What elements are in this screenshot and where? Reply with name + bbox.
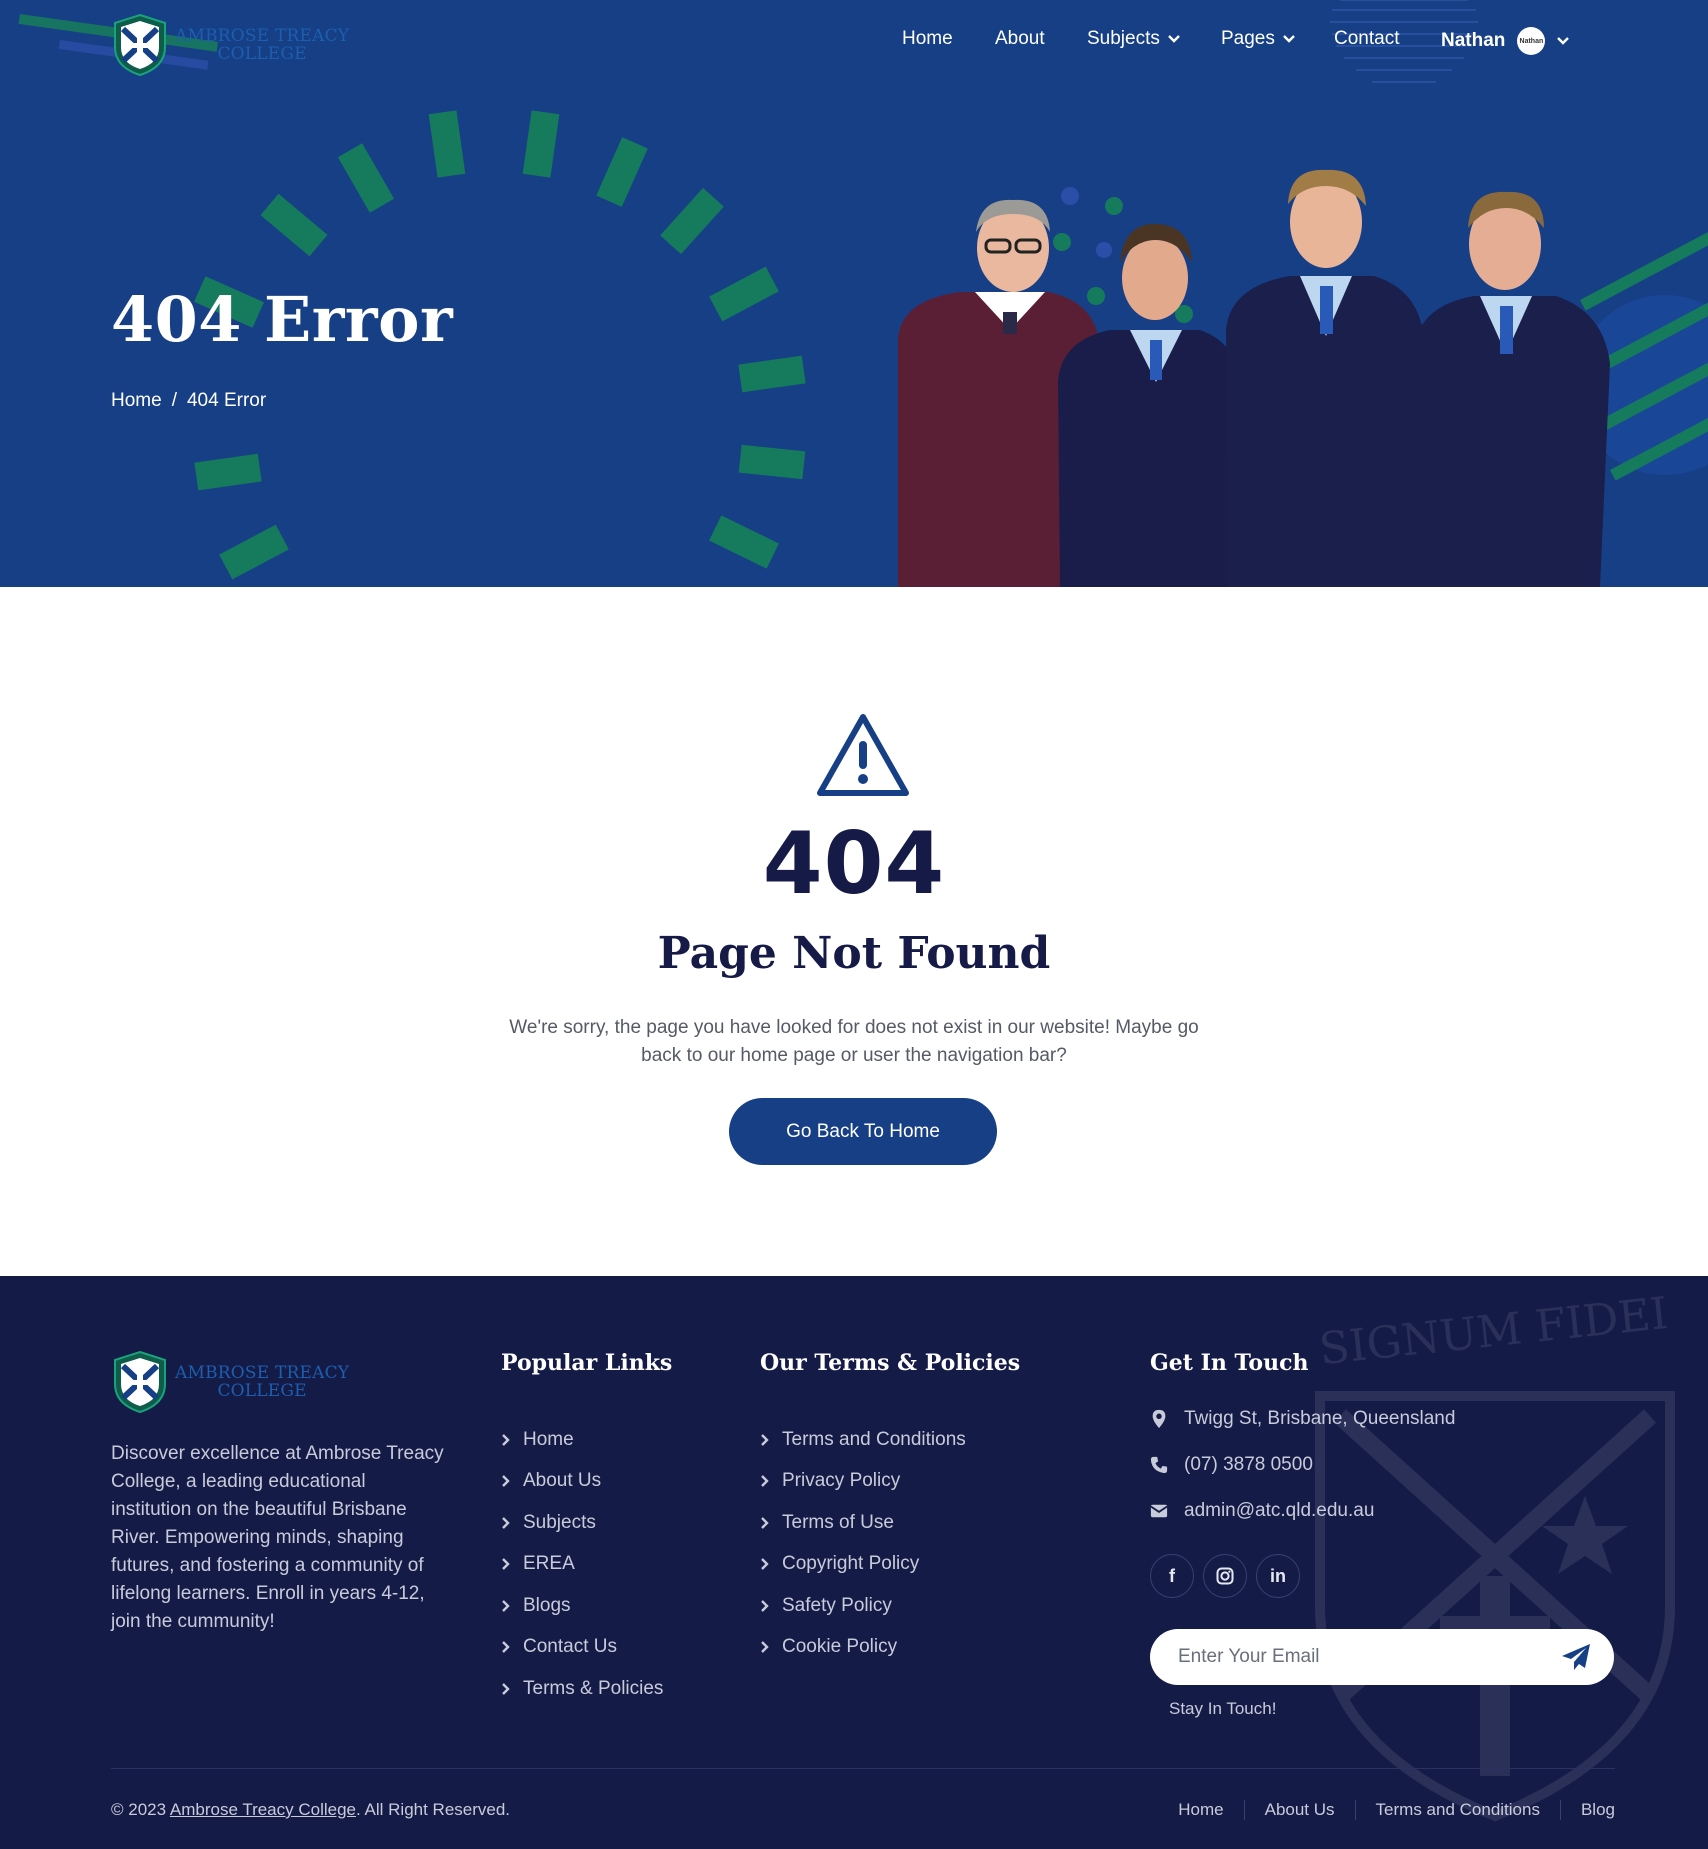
footer-link-copyright-policy[interactable]: Copyright Policy [760,1544,966,1586]
copyright: © 2023 Ambrose Treacy College. All Right… [111,1800,511,1819]
footer-logo[interactable]: AMBROSE TREACY COLLEGE [111,1350,349,1414]
instagram-icon [1216,1567,1234,1585]
footer-link-cookie-policy[interactable]: Cookie Policy [760,1627,966,1669]
contact-phone[interactable]: (07) 3878 0500 [1150,1454,1313,1476]
instagram-button[interactable] [1203,1554,1247,1598]
footer-link-privacy-policy[interactable]: Privacy Policy [760,1461,966,1503]
subscribe-note: Stay In Touch! [1169,1699,1277,1718]
chevron-right-icon [502,1516,510,1529]
avatar: Nathan [1517,27,1546,55]
footer-link-terms-policies[interactable]: Terms & Policies [501,1668,663,1710]
breadcrumb: Home / 404 Error [111,390,266,412]
chevron-right-icon [761,1433,769,1446]
footer-link-erea[interactable]: EREA [501,1544,663,1586]
footer-link-subjects[interactable]: Subjects [501,1502,663,1544]
copyright-link[interactable]: Ambrose Treacy College [170,1800,356,1819]
footer-divider [111,1768,1615,1769]
bottom-link-about-us[interactable]: About Us [1243,1800,1355,1820]
chevron-right-icon [502,1599,510,1612]
chevron-right-icon [761,1641,769,1654]
facebook-icon: f [1169,1565,1175,1586]
user-name: Nathan [1441,30,1506,51]
chevron-right-icon [502,1433,510,1446]
footer-link-safety-policy[interactable]: Safety Policy [760,1585,966,1627]
policies-heading: Our Terms & Policies [760,1350,1021,1376]
page-title: 404 Error [111,283,454,356]
email-input[interactable] [1178,1629,1558,1685]
breadcrumb-separator: / [171,390,177,411]
hero-banner: AMBROSE TREACY COLLEGE Home About Subjec… [0,0,1708,587]
nav-about[interactable]: About [995,28,1045,50]
chevron-right-icon [761,1475,769,1488]
bottom-link-terms-conditions[interactable]: Terms and Conditions [1354,1800,1560,1820]
nav-contact[interactable]: Contact [1334,28,1399,50]
subscribe-form [1150,1629,1614,1685]
footer-link-blogs[interactable]: Blogs [501,1585,663,1627]
footer-about-text: Discover excellence at Ambrose Treacy Co… [111,1443,444,1632]
chevron-right-icon [761,1516,769,1529]
footer-link-contact-us[interactable]: Contact Us [501,1627,663,1669]
breadcrumb-home[interactable]: Home [111,390,162,412]
bottom-link-home[interactable]: Home [1158,1800,1243,1820]
send-icon[interactable] [1560,1642,1592,1672]
chevron-right-icon [761,1599,769,1612]
bottom-links: Home About Us Terms and Conditions Blog [1158,1800,1615,1820]
linkedin-button[interactable]: in [1256,1554,1300,1598]
bottom-link-blog[interactable]: Blog [1559,1800,1615,1820]
contact-address: Twigg St, Brisbane, Queensland [1150,1408,1455,1430]
breadcrumb-current: 404 Error [186,390,267,411]
chevron-right-icon [502,1641,510,1654]
chevron-right-icon [761,1558,769,1571]
staff-photo [898,169,1610,587]
footer-link-terms-conditions[interactable]: Terms and Conditions [760,1419,966,1461]
error-code: 404 [762,814,946,914]
nav-home[interactable]: Home [902,28,953,50]
chevron-down-icon [1283,35,1295,43]
svg-text:SIGNUM FIDEI: SIGNUM FIDEI [1317,1288,1670,1375]
chevron-down-icon [1168,35,1180,43]
footer-link-terms-of-use[interactable]: Terms of Use [760,1502,966,1544]
footer-link-home[interactable]: Home [501,1419,663,1461]
popular-links-list: Home About Us Subjects EREA Blogs Contac… [501,1419,663,1710]
crest-watermark-icon: SIGNUM FIDEI [1315,1288,1675,1822]
site-footer: SIGNUM FIDEI AMBROSE TREACY COLLEGE Disc… [0,1276,1708,1849]
popular-links-heading: Popular Links [501,1350,673,1376]
warning-triangle-icon [817,714,909,796]
nav-subjects[interactable]: Subjects [1087,28,1180,50]
main-navigation: Home About Subjects Pages Contact Nathan… [0,27,1708,58]
crest-icon [114,1350,166,1414]
chevron-down-icon [1557,37,1570,45]
user-menu[interactable]: Nathan Nathan [1441,27,1570,55]
map-pin-icon [1152,1409,1166,1429]
error-message: We're sorry, the page you have looked fo… [509,1017,1199,1066]
go-back-home-button[interactable]: Go Back To Home [729,1098,997,1165]
nav-pages[interactable]: Pages [1221,28,1295,50]
footer-link-about-us[interactable]: About Us [501,1461,663,1503]
contact-email[interactable]: admin@atc.qld.edu.au [1150,1500,1374,1522]
contact-heading: Get In Touch [1150,1350,1309,1376]
phone-icon [1150,1456,1168,1474]
chevron-right-icon [502,1475,510,1488]
policies-list: Terms and Conditions Privacy Policy Term… [760,1419,966,1668]
chevron-right-icon [502,1682,510,1695]
error-title: Page Not Found [657,928,1051,979]
linkedin-icon: in [1270,1565,1286,1586]
envelope-icon [1150,1504,1168,1518]
error-content: 404 Page Not Found We're sorry, the page… [0,587,1708,1276]
college-name: AMBROSE TREACY COLLEGE [175,1363,350,1401]
chevron-right-icon [502,1558,510,1571]
facebook-button[interactable]: f [1150,1554,1194,1598]
